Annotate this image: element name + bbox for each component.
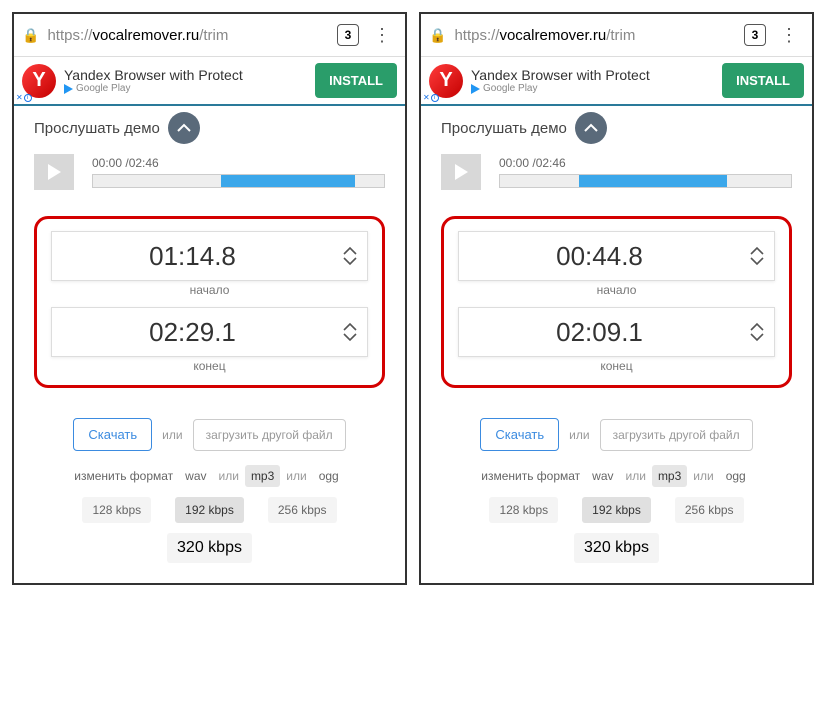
format-row: изменить формат wavилиmp3илиogg [34, 465, 385, 487]
format-wav[interactable]: wav [586, 465, 619, 487]
bitrate-option[interactable]: 256 kbps [675, 497, 744, 523]
time-display: 00:00 /02:46 [499, 156, 792, 170]
format-mp3[interactable]: mp3 [652, 465, 687, 487]
phone-screen-1: 🔒 https://vocalremover.ru/trim 3 ⋮ ✕i Y … [12, 12, 407, 585]
upload-other-button[interactable]: загрузить другой файл [193, 419, 346, 451]
start-time-input[interactable]: 00:44.8 [458, 231, 775, 281]
menu-button[interactable]: ⋮ [367, 25, 397, 46]
chevron-down-icon[interactable] [343, 257, 357, 266]
chevron-down-icon[interactable] [750, 333, 764, 342]
ad-store: Google Play [471, 83, 714, 94]
format-mp3[interactable]: mp3 [245, 465, 280, 487]
start-label: начало [458, 283, 775, 297]
menu-button[interactable]: ⋮ [774, 25, 804, 46]
demo-label: Прослушать демо [34, 120, 160, 137]
download-button[interactable]: Скачать [480, 418, 559, 451]
play-button[interactable] [34, 154, 74, 190]
format-label: изменить формат [74, 469, 173, 483]
collapse-button[interactable] [575, 112, 607, 144]
start-label: начало [51, 283, 368, 297]
bitrate-option[interactable]: 320 kbps [167, 533, 252, 563]
bitrate-option[interactable]: 128 kbps [489, 497, 558, 523]
lock-icon: 🔒 [22, 27, 39, 44]
time-range-box: 01:14.8 начало 02:29.1 конец [34, 216, 385, 388]
play-icon [48, 164, 61, 180]
chevron-up-icon[interactable] [750, 246, 764, 255]
play-icon [455, 164, 468, 180]
format-ogg[interactable]: ogg [720, 465, 752, 487]
ad-close-icon[interactable]: ✕i [16, 93, 32, 102]
format-wav[interactable]: wav [179, 465, 212, 487]
url-bar: 🔒 https://vocalremover.ru/trim 3 ⋮ [421, 14, 812, 57]
chevron-up-icon[interactable] [750, 322, 764, 331]
time-range-box: 00:44.8 начало 02:09.1 конец [441, 216, 792, 388]
chevron-down-icon[interactable] [750, 257, 764, 266]
tab-count-button[interactable]: 3 [744, 24, 766, 46]
ad-banner[interactable]: ✕i Y Yandex Browser with Protect Google … [421, 57, 812, 106]
install-button[interactable]: INSTALL [315, 63, 397, 98]
phone-screen-2: 🔒 https://vocalremover.ru/trim 3 ⋮ ✕i Y … [419, 12, 814, 585]
bitrate-option[interactable]: 256 kbps [268, 497, 337, 523]
bitrate-row: 128 kbps 192 kbps 256 kbps [441, 497, 792, 523]
tab-count-button[interactable]: 3 [337, 24, 359, 46]
format-row: изменить формат wavилиmp3илиogg [441, 465, 792, 487]
ad-close-icon[interactable]: ✕i [423, 93, 439, 102]
download-button[interactable]: Скачать [73, 418, 152, 451]
end-time-input[interactable]: 02:29.1 [51, 307, 368, 357]
google-play-icon [471, 84, 480, 94]
chevron-down-icon[interactable] [343, 333, 357, 342]
end-label: конец [458, 359, 775, 373]
url-bar: 🔒 https://vocalremover.ru/trim 3 ⋮ [14, 14, 405, 57]
or-label: или [162, 428, 182, 442]
end-label: конец [51, 359, 368, 373]
url-text[interactable]: https://vocalremover.ru/trim [454, 27, 736, 44]
google-play-icon [64, 84, 73, 94]
ad-banner[interactable]: ✕i Y Yandex Browser with Protect Google … [14, 57, 405, 106]
install-button[interactable]: INSTALL [722, 63, 804, 98]
chevron-up-icon[interactable] [343, 322, 357, 331]
end-time-input[interactable]: 02:09.1 [458, 307, 775, 357]
bitrate-option[interactable]: 192 kbps [175, 497, 244, 523]
bitrate-option[interactable]: 128 kbps [82, 497, 151, 523]
play-button[interactable] [441, 154, 481, 190]
format-ogg[interactable]: ogg [313, 465, 345, 487]
ad-store: Google Play [64, 83, 307, 94]
start-time-input[interactable]: 01:14.8 [51, 231, 368, 281]
demo-label: Прослушать демо [441, 120, 567, 137]
lock-icon: 🔒 [429, 27, 446, 44]
bitrate-option[interactable]: 320 kbps [574, 533, 659, 563]
ad-title: Yandex Browser with Protect [471, 67, 714, 83]
bitrate-option[interactable]: 192 kbps [582, 497, 651, 523]
collapse-button[interactable] [168, 112, 200, 144]
format-label: изменить формат [481, 469, 580, 483]
ad-title: Yandex Browser with Protect [64, 67, 307, 83]
progress-bar[interactable] [499, 174, 792, 188]
chevron-up-icon[interactable] [343, 246, 357, 255]
bitrate-row: 128 kbps 192 kbps 256 kbps [34, 497, 385, 523]
progress-bar[interactable] [92, 174, 385, 188]
or-label: или [569, 428, 589, 442]
url-text[interactable]: https://vocalremover.ru/trim [47, 27, 329, 44]
upload-other-button[interactable]: загрузить другой файл [600, 419, 753, 451]
time-display: 00:00 /02:46 [92, 156, 385, 170]
